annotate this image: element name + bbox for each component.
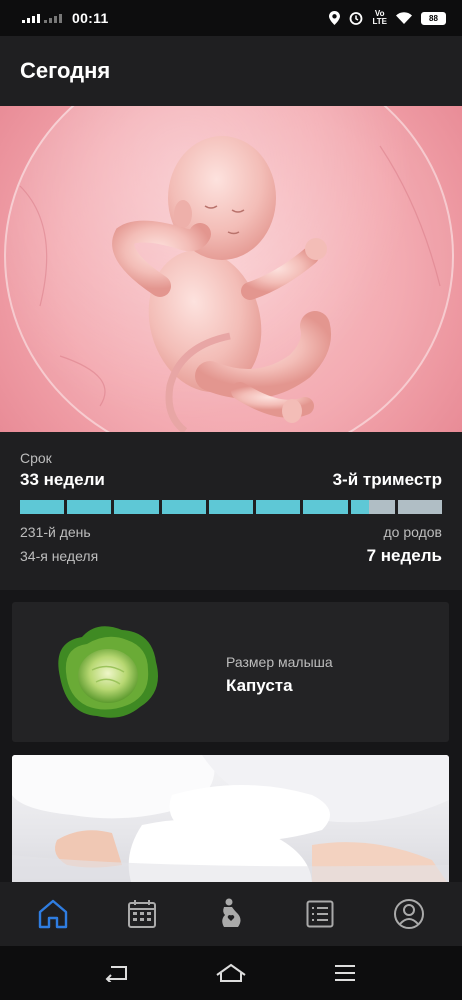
progress-segment — [161, 500, 206, 514]
clock: 00:11 — [72, 10, 109, 26]
progress-segment-fill — [114, 500, 159, 514]
progress-segment-fill — [161, 500, 206, 514]
nav-calendar[interactable] — [112, 889, 172, 939]
progress-segment-fill — [350, 500, 370, 514]
progress-segment — [256, 500, 301, 514]
battery-icon: 88 — [421, 11, 446, 25]
progress-segment-fill — [20, 500, 65, 514]
baby-size-card[interactable]: Размер малыша Капуста — [12, 602, 449, 742]
profile-icon — [394, 899, 425, 929]
article-card[interactable] — [12, 755, 449, 885]
until-value: 7 недель — [366, 546, 442, 565]
baby-size-label: Размер малыша — [226, 654, 333, 670]
term-section: Срок 33 недели 3-й триместр 231-й день д… — [0, 432, 462, 590]
pregnancy-progress-bar — [20, 500, 442, 514]
app-header: Сегодня — [0, 36, 462, 106]
progress-segment — [20, 500, 65, 514]
nav-profile[interactable] — [379, 889, 439, 939]
calendar-icon — [127, 900, 156, 928]
trimester-value: 3-й триместр — [332, 470, 442, 489]
until-label: до родов — [383, 524, 442, 540]
progress-segment — [397, 500, 442, 514]
cabbage-image — [58, 626, 158, 718]
wifi-icon — [396, 12, 412, 24]
back-button[interactable] — [92, 953, 142, 993]
bottom-navigation — [0, 882, 462, 946]
progress-segment-fill — [256, 500, 301, 514]
recent-apps-button[interactable] — [320, 953, 370, 993]
back-icon — [105, 966, 127, 982]
progress-segment-fill — [67, 500, 112, 514]
term-label: Срок — [20, 450, 52, 466]
signal-icon — [22, 13, 40, 23]
day-value: 231-й день — [20, 524, 91, 540]
pregnancy-icon — [222, 898, 241, 927]
system-navigation — [0, 946, 462, 1000]
status-bar: 00:11 Vo LTE 88 — [0, 0, 462, 36]
home-system-icon — [216, 963, 246, 982]
alarm-icon — [350, 12, 363, 25]
volte-icon: Vo LTE — [372, 9, 387, 26]
system-home-button[interactable] — [206, 953, 256, 993]
progress-segment-fill — [303, 500, 348, 514]
progress-segment — [303, 500, 348, 514]
progress-segment — [350, 500, 395, 514]
weeks-value: 33 недели — [20, 470, 105, 489]
location-icon — [329, 11, 341, 25]
home-icon — [38, 899, 67, 929]
hero-image[interactable] — [0, 106, 462, 432]
week-value: 34-я неделя — [20, 548, 99, 564]
signal-icon-2 — [44, 13, 62, 23]
nav-home[interactable] — [23, 889, 83, 939]
nav-pregnancy[interactable] — [201, 889, 261, 939]
page-title: Сегодня — [20, 58, 111, 83]
woman-in-bed-image — [12, 755, 449, 885]
menu-icon — [335, 965, 355, 981]
progress-segment — [67, 500, 112, 514]
fetus-illustration — [19, 136, 441, 432]
baby-size-value: Капуста — [226, 676, 293, 695]
progress-segment — [208, 500, 254, 514]
progress-segment-fill — [208, 500, 254, 514]
list-icon — [306, 900, 334, 928]
nav-list[interactable] — [290, 889, 350, 939]
progress-segment — [114, 500, 159, 514]
